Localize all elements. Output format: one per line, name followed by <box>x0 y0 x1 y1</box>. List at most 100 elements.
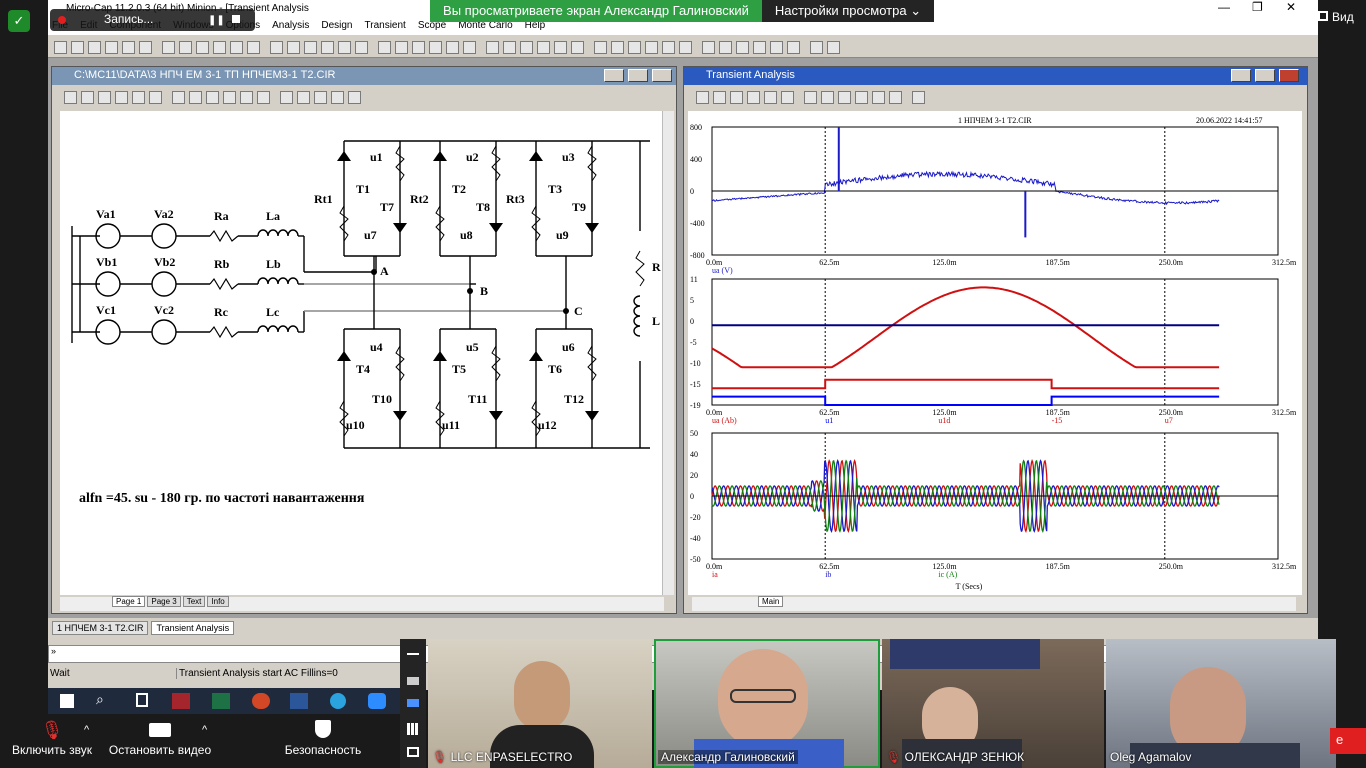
main-tool-icon[interactable] <box>88 41 101 54</box>
main-tool-icon[interactable] <box>321 41 334 54</box>
zoom-security-shield-icon[interactable]: ✓ <box>8 10 30 32</box>
analysis-tool-icon[interactable] <box>872 91 885 104</box>
main-tool-icon[interactable] <box>571 41 584 54</box>
analysis-tool-icon[interactable] <box>912 91 925 104</box>
main-tool-icon[interactable] <box>537 41 550 54</box>
analysis-close-button[interactable] <box>1279 69 1299 82</box>
zoom-app-icon[interactable] <box>368 693 386 709</box>
analysis-tool-icon[interactable] <box>855 91 868 104</box>
schematic-canvas[interactable]: Va1 Va2 Ra La Vb1 Vb2 Rb Lb Vc1 Vc2 Rc Lc T1 T4 T7 T10 u… <box>60 111 668 595</box>
schematic-tab-0[interactable]: Page 1 <box>112 596 145 607</box>
leave-button[interactable]: e <box>1330 728 1366 754</box>
analysis-tool-icon[interactable] <box>747 91 760 104</box>
view-button[interactable]: Вид <box>1318 10 1366 30</box>
schematic-tool-icon[interactable] <box>81 91 94 104</box>
schematic-maximize-button[interactable] <box>628 69 648 82</box>
schematic-tool-icon[interactable] <box>149 91 162 104</box>
search-icon[interactable]: ⌕ <box>96 691 104 708</box>
main-tool-icon[interactable] <box>355 41 368 54</box>
main-tool-icon[interactable] <box>702 41 715 54</box>
main-tool-icon[interactable] <box>213 41 226 54</box>
recording-indicator[interactable]: Запись... ❚❚ <box>50 9 255 31</box>
schematic-vscroll[interactable] <box>662 111 674 595</box>
pause-recording-icon[interactable]: ❚❚ <box>208 15 225 26</box>
main-tool-icon[interactable] <box>71 41 84 54</box>
gallery-grid-icon[interactable] <box>407 723 419 735</box>
main-tool-icon[interactable] <box>287 41 300 54</box>
main-tool-icon[interactable] <box>412 41 425 54</box>
main-tool-icon[interactable] <box>520 41 533 54</box>
main-tool-icon[interactable] <box>338 41 351 54</box>
main-tool-icon[interactable] <box>446 41 459 54</box>
schematic-tool-icon[interactable] <box>98 91 111 104</box>
close-icon[interactable]: ✕ <box>1286 0 1296 14</box>
main-tool-icon[interactable] <box>787 41 800 54</box>
schematic-tab-2[interactable]: Text <box>183 596 206 607</box>
analysis-tool-icon[interactable] <box>889 91 902 104</box>
task-view-icon[interactable] <box>136 693 148 707</box>
schematic-tool-icon[interactable] <box>257 91 270 104</box>
main-tool-icon[interactable] <box>611 41 624 54</box>
strip-view-icon[interactable] <box>407 699 419 707</box>
main-tool-icon[interactable] <box>463 41 476 54</box>
video-options-chevron-icon[interactable]: ^ <box>202 724 207 736</box>
main-tool-icon[interactable] <box>247 41 260 54</box>
analysis-maximize-button[interactable] <box>1255 69 1275 82</box>
main-tool-icon[interactable] <box>162 41 175 54</box>
main-tool-icon[interactable] <box>719 41 732 54</box>
hide-strip-icon[interactable] <box>407 653 419 655</box>
participant-tile-1[interactable]: 🎙 LLC ENPASELECTRO <box>428 639 652 768</box>
menu-item-7[interactable]: Transient <box>365 20 406 31</box>
schematic-tool-icon[interactable] <box>172 91 185 104</box>
analysis-tool-icon[interactable] <box>764 91 777 104</box>
speaker-view-icon[interactable] <box>407 677 419 685</box>
analysis-tool-icon[interactable] <box>804 91 817 104</box>
main-tool-icon[interactable] <box>770 41 783 54</box>
main-tool-icon[interactable] <box>753 41 766 54</box>
document-tab-1[interactable]: Transient Analysis <box>151 621 234 635</box>
menu-item-6[interactable]: Design <box>321 20 352 31</box>
windows-start-icon[interactable] <box>60 694 74 708</box>
main-tool-icon[interactable] <box>679 41 692 54</box>
main-tool-icon[interactable] <box>810 41 823 54</box>
analysis-tool-icon[interactable] <box>713 91 726 104</box>
schematic-tool-icon[interactable] <box>64 91 77 104</box>
schematic-tool-icon[interactable] <box>132 91 145 104</box>
excel-icon[interactable] <box>212 693 230 709</box>
main-tool-icon[interactable] <box>827 41 840 54</box>
main-tool-icon[interactable] <box>139 41 152 54</box>
main-tool-icon[interactable] <box>230 41 243 54</box>
analysis-tool-icon[interactable] <box>696 91 709 104</box>
main-tool-icon[interactable] <box>270 41 283 54</box>
main-tool-icon[interactable] <box>554 41 567 54</box>
main-tool-icon[interactable] <box>628 41 641 54</box>
analysis-minimize-button[interactable] <box>1231 69 1251 82</box>
schematic-tool-icon[interactable] <box>314 91 327 104</box>
main-tool-icon[interactable] <box>645 41 658 54</box>
view-options-button[interactable]: Настройки просмотра ⌄ <box>762 0 934 22</box>
main-tool-icon[interactable] <box>54 41 67 54</box>
schematic-tool-icon[interactable] <box>331 91 344 104</box>
access-icon[interactable] <box>172 693 190 709</box>
schematic-tool-icon[interactable] <box>297 91 310 104</box>
stop-recording-icon[interactable] <box>232 15 240 23</box>
menu-item-5[interactable]: Analysis <box>272 20 309 31</box>
tab-main[interactable]: Main <box>758 596 783 607</box>
security-button[interactable]: Безопасность <box>270 720 376 757</box>
mute-options-chevron-icon[interactable]: ^ <box>84 724 89 736</box>
analysis-tool-icon[interactable] <box>838 91 851 104</box>
schematic-tool-icon[interactable] <box>348 91 361 104</box>
schematic-tool-icon[interactable] <box>189 91 202 104</box>
word-icon[interactable] <box>290 693 308 709</box>
schematic-tool-icon[interactable] <box>223 91 236 104</box>
main-tool-icon[interactable] <box>594 41 607 54</box>
telegram-icon[interactable] <box>330 693 346 709</box>
analysis-tool-icon[interactable] <box>730 91 743 104</box>
schematic-tool-icon[interactable] <box>115 91 128 104</box>
participant-tile-4[interactable]: Oleg Agamalov <box>1106 639 1336 768</box>
powerpoint-icon[interactable] <box>252 693 270 709</box>
participant-tile-2[interactable]: Александр Галиновский <box>654 639 880 768</box>
video-button[interactable]: Остановить видео <box>106 720 214 757</box>
main-tool-icon[interactable] <box>395 41 408 54</box>
analysis-tool-icon[interactable] <box>821 91 834 104</box>
